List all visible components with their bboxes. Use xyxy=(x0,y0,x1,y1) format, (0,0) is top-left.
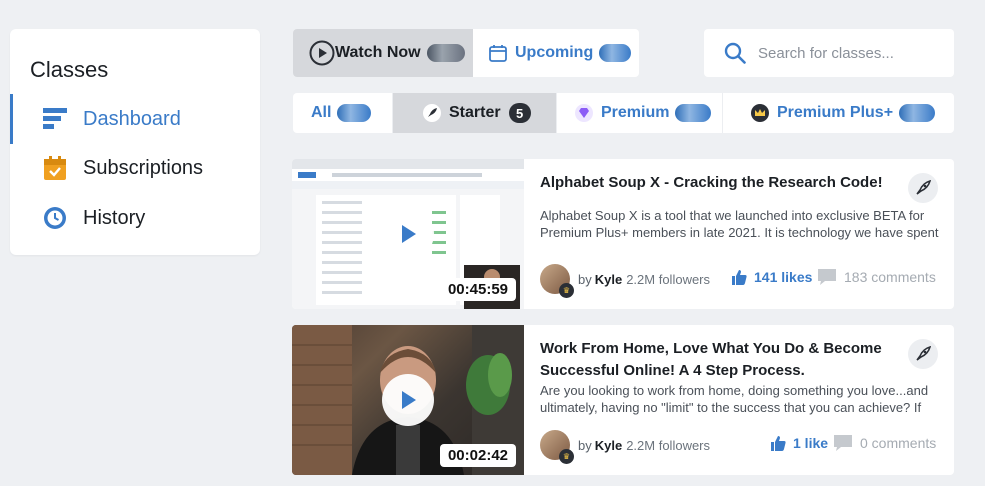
filter-starter[interactable]: Starter 5 xyxy=(393,93,557,133)
author-by-label: by xyxy=(578,271,592,287)
class-card[interactable]: 00:45:59 Alphabet Soup X - Cracking the … xyxy=(292,159,954,309)
class-description: Alphabet Soup X is a tool that we launch… xyxy=(540,208,939,240)
play-icon xyxy=(402,225,416,243)
filter-premium-plus[interactable]: Premium Plus+ xyxy=(723,93,954,133)
sidebar-item-history[interactable]: History xyxy=(10,193,260,243)
filter-label: Starter xyxy=(449,104,501,121)
count-pill xyxy=(337,104,372,122)
author-by-label: by xyxy=(578,437,592,453)
sidebar-title: Classes xyxy=(30,57,109,82)
video-thumbnail[interactable]: 00:02:42 xyxy=(292,325,524,475)
author-info[interactable]: ♛ by Kyle 2.2M followers xyxy=(540,264,711,298)
calendar-icon xyxy=(489,44,507,62)
class-title[interactable]: Alphabet Soup X - Cracking the Research … xyxy=(540,172,900,194)
play-button[interactable] xyxy=(382,374,434,426)
sidebar-item-label: Dashboard xyxy=(83,107,181,130)
count-pill xyxy=(426,44,465,62)
filter-label: Premium xyxy=(601,104,670,121)
play-icon xyxy=(402,391,416,409)
author-info[interactable]: ♛ by Kyle 2.2M followers xyxy=(540,430,711,464)
count-pill xyxy=(675,104,712,122)
thumbs-up-icon xyxy=(732,270,747,285)
search-input[interactable] xyxy=(758,44,948,62)
likes-count: 141 likes xyxy=(754,269,813,285)
calendar-check-icon xyxy=(42,155,68,181)
video-duration: 00:45:59 xyxy=(439,278,516,301)
play-button[interactable] xyxy=(382,208,434,260)
count-pill xyxy=(899,104,936,122)
avatar: ♛ xyxy=(540,430,574,464)
crown-icon: ♛ xyxy=(559,449,574,464)
video-thumbnail[interactable]: 00:45:59 xyxy=(292,159,524,309)
comment-icon xyxy=(818,269,836,285)
tab-label: Watch Now xyxy=(335,44,421,61)
search-icon xyxy=(724,42,746,64)
author-name: Kyle xyxy=(594,437,623,453)
comments-button[interactable]: 0 comments xyxy=(833,434,936,452)
author-name: Kyle xyxy=(594,271,623,287)
crown-icon xyxy=(751,104,769,122)
tab-upcoming[interactable]: Upcoming xyxy=(473,29,639,77)
view-tabs: Watch Now Upcoming xyxy=(293,29,639,77)
tab-watch-now[interactable]: Watch Now xyxy=(293,29,473,77)
class-card[interactable]: 00:02:42 Work From Home, Love What You D… xyxy=(292,325,954,475)
search-box xyxy=(704,29,954,77)
filter-label: All xyxy=(311,104,332,121)
sidebar-item-label: History xyxy=(83,206,146,229)
gem-icon xyxy=(575,104,593,122)
classes-sidebar: Classes Dashboard Subscriptions History xyxy=(10,29,260,255)
class-title[interactable]: Work From Home, Love What You Do & Becom… xyxy=(540,338,900,382)
author-followers: 2.2M followers xyxy=(626,437,711,453)
rocket-icon xyxy=(423,104,441,122)
history-icon xyxy=(42,205,68,231)
crown-icon: ♛ xyxy=(559,283,574,298)
likes-button[interactable]: 141 likes xyxy=(730,268,812,286)
plan-filter-tabs: All Starter 5 Premium Premium Plus+ xyxy=(293,93,954,133)
filter-label: Premium Plus+ xyxy=(777,104,894,121)
comments-button[interactable]: 183 comments xyxy=(817,268,936,286)
sidebar-item-dashboard[interactable]: Dashboard xyxy=(10,94,260,144)
filter-all[interactable]: All xyxy=(293,93,393,133)
video-duration: 00:02:42 xyxy=(439,444,516,467)
avatar: ♛ xyxy=(540,264,574,298)
sidebar-item-subscriptions[interactable]: Subscriptions xyxy=(10,143,260,193)
likes-button[interactable]: 1 like xyxy=(769,434,828,452)
likes-count: 1 like xyxy=(793,435,829,451)
sidebar-item-label: Subscriptions xyxy=(83,156,204,179)
class-description: Are you looking to work from home, doing… xyxy=(540,383,929,415)
rocket-icon[interactable] xyxy=(908,173,938,203)
author-followers: 2.2M followers xyxy=(626,271,711,287)
dashboard-icon xyxy=(42,106,68,132)
thumbs-up-icon xyxy=(771,436,786,451)
rocket-icon[interactable] xyxy=(908,339,938,369)
count-pill xyxy=(599,44,632,62)
comments-count: 183 comments xyxy=(844,269,936,285)
filter-premium[interactable]: Premium xyxy=(557,93,723,133)
tab-label: Upcoming xyxy=(515,44,594,61)
play-circle-icon xyxy=(309,40,335,66)
comments-count: 0 comments xyxy=(860,435,937,451)
comment-icon xyxy=(834,435,852,451)
starter-count-badge: 5 xyxy=(508,103,531,123)
